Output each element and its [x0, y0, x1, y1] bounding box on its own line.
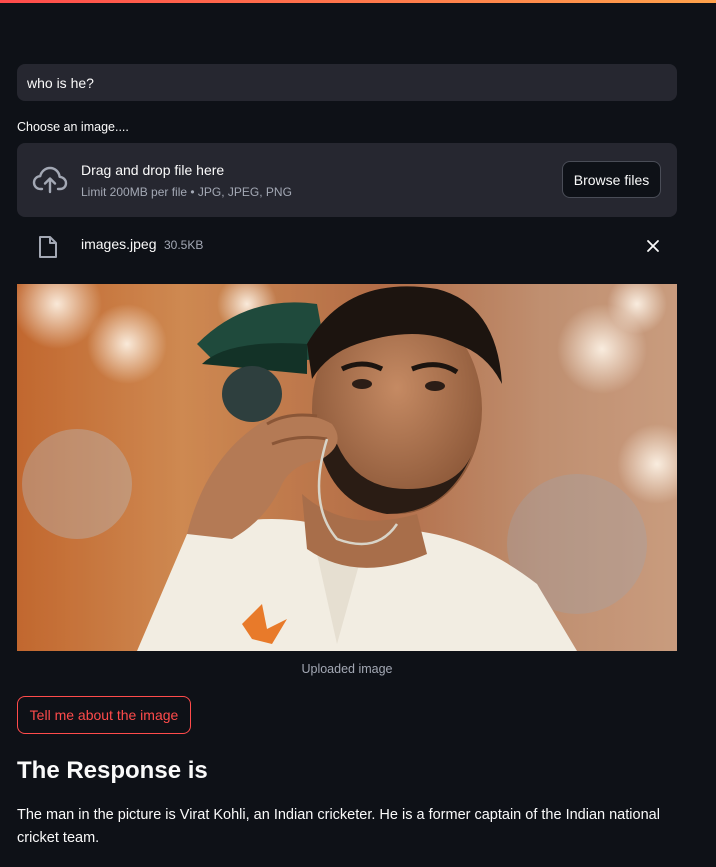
file-icon	[39, 236, 57, 258]
dropzone-title: Drag and drop file here	[81, 162, 225, 178]
file-dropzone[interactable]: Drag and drop file here Limit 200MB per …	[17, 143, 677, 217]
prompt-input[interactable]	[17, 64, 677, 101]
uploaded-file-size: 30.5KB	[164, 238, 204, 252]
uploaded-file-name: images.jpeg	[81, 236, 157, 252]
uploaded-image	[17, 284, 677, 651]
tell-me-about-image-button[interactable]: Tell me about the image	[17, 696, 191, 734]
app-header-gradient-bar	[0, 0, 716, 3]
image-caption: Uploaded image	[301, 662, 393, 676]
remove-file-icon[interactable]	[642, 235, 664, 257]
browse-files-button[interactable]: Browse files	[562, 161, 661, 198]
response-text: The man in the picture is Virat Kohli, a…	[17, 807, 660, 846]
uploader-label: Choose an image....	[17, 120, 129, 134]
response-heading: The Response is	[17, 757, 208, 784]
cloud-upload-icon	[32, 166, 68, 194]
dropzone-limits: Limit 200MB per file • JPG, JPEG, PNG	[81, 185, 292, 199]
portrait-photo	[17, 284, 677, 651]
uploaded-file-row: images.jpeg 30.5KB	[17, 228, 677, 264]
